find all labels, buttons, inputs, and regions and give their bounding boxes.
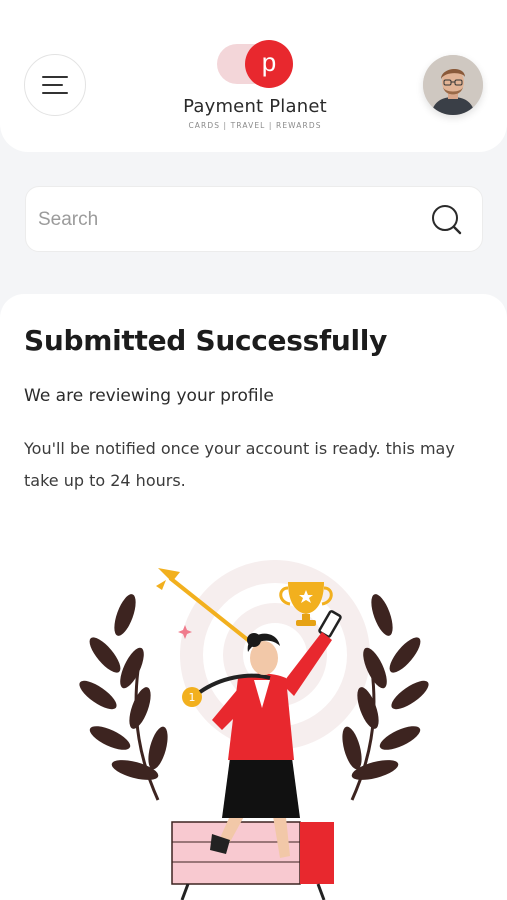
app-header: p Payment Planet CARDS | TRAVEL | REWARD… <box>0 0 507 152</box>
search-icon[interactable] <box>430 203 464 237</box>
medal-label: 1 <box>189 691 196 704</box>
brand-tagline: CARDS | TRAVEL | REWARDS <box>188 121 322 130</box>
search-bar[interactable] <box>25 186 483 253</box>
status-description: You'll be notified once your account is … <box>24 439 455 490</box>
brand-name: Payment Planet <box>183 96 327 117</box>
search-input[interactable] <box>38 187 418 253</box>
user-avatar[interactable] <box>423 55 483 115</box>
menu-button[interactable] <box>24 54 86 116</box>
brand-logo[interactable]: p Payment Planet CARDS | TRAVEL | REWARD… <box>180 38 330 138</box>
status-subtitle: We are reviewing your profile <box>24 386 274 406</box>
drawer-cabinet-icon <box>171 821 334 900</box>
avatar-portrait-icon <box>423 55 483 115</box>
left-laurel-icon <box>79 594 168 801</box>
hamburger-menu-icon <box>42 76 68 94</box>
page-title: Submitted Successfully <box>24 324 388 357</box>
logo-circle: p <box>245 40 293 88</box>
success-celebration-illustration: 1 <box>79 560 429 900</box>
logo-mark: p <box>217 40 293 88</box>
logo-letter: p <box>261 47 277 77</box>
